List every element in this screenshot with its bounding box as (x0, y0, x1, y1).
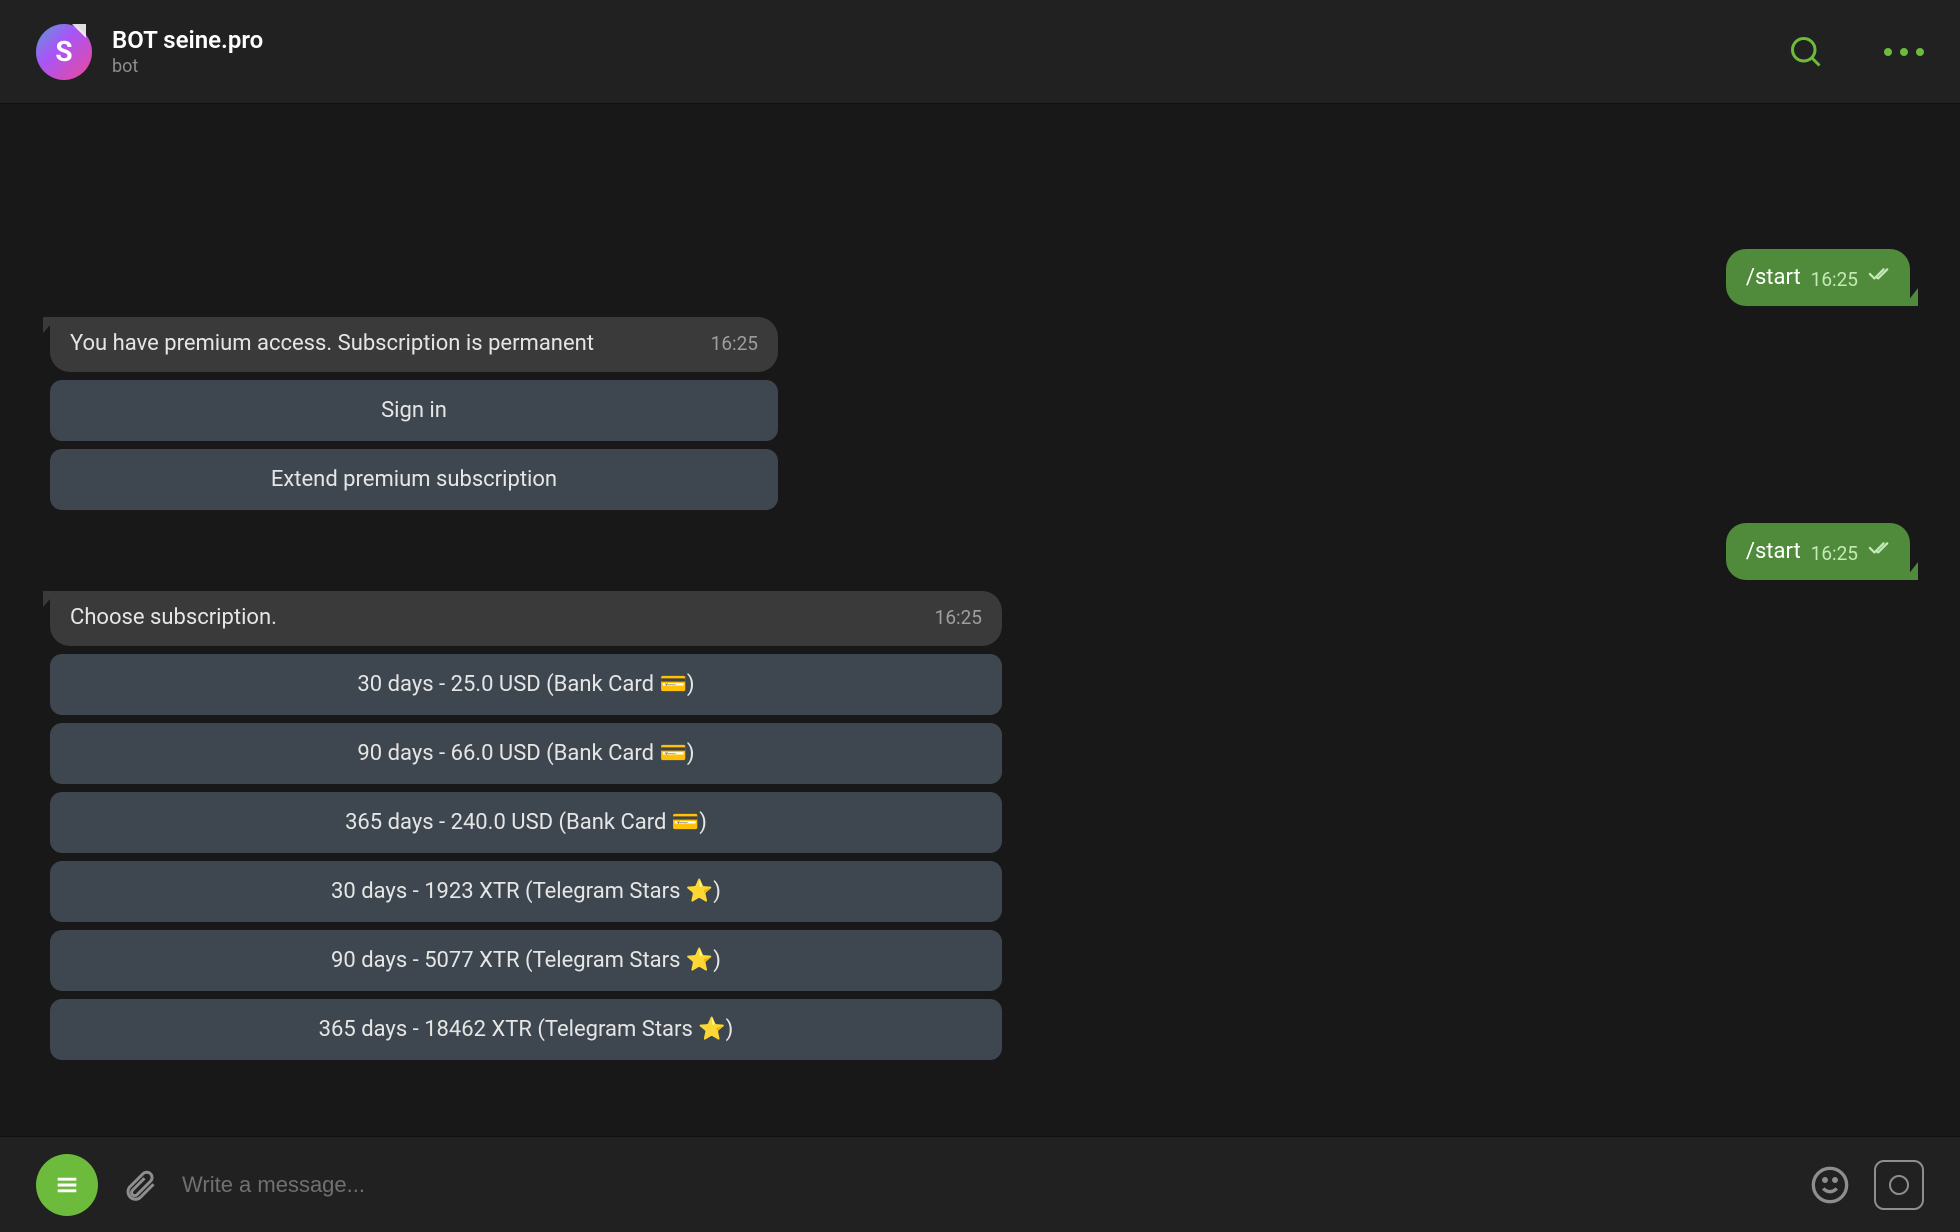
chat-title: BOT seine.pro (112, 26, 1788, 54)
message-text: /start (1746, 264, 1801, 293)
double-check-icon (1868, 536, 1890, 567)
outgoing-message[interactable]: /start 16:25 (1726, 523, 1910, 580)
message-time: 16:25 (935, 606, 982, 631)
message-row-incoming: You have premium access. Subscription is… (50, 317, 1910, 510)
message-text: /start (1746, 538, 1801, 567)
message-text: Choose subscription. (70, 604, 921, 633)
message-text: You have premium access. Subscription is… (70, 330, 697, 359)
inline-button-extend[interactable]: Extend premium subscription (50, 449, 778, 510)
message-time: 16:25 (711, 332, 758, 357)
message-time: 16:25 (1811, 542, 1858, 567)
input-bar (0, 1136, 1960, 1232)
double-check-icon (1868, 262, 1890, 293)
camera-icon[interactable] (1874, 1160, 1924, 1210)
inline-button-plan-90-stars[interactable]: 90 days - 5077 XTR (Telegram Stars ⭐) (50, 930, 1002, 991)
inline-button-plan-365-card[interactable]: 365 days - 240.0 USD (Bank Card 💳) (50, 792, 1002, 853)
avatar-letter: S (55, 35, 72, 68)
emoji-icon[interactable] (1810, 1165, 1850, 1205)
inline-button-plan-365-stars[interactable]: 365 days - 18462 XTR (Telegram Stars ⭐) (50, 999, 1002, 1060)
message-row-outgoing: /start 16:25 (50, 523, 1910, 580)
incoming-message[interactable]: Choose subscription. 16:25 (50, 591, 1002, 646)
message-input[interactable] (182, 1172, 1786, 1198)
avatar[interactable]: S (36, 24, 92, 80)
chat-header: S BOT seine.pro bot (0, 0, 1960, 104)
inline-button-plan-90-card[interactable]: 90 days - 66.0 USD (Bank Card 💳) (50, 723, 1002, 784)
inline-button-plan-30-card[interactable]: 30 days - 25.0 USD (Bank Card 💳) (50, 654, 1002, 715)
outgoing-message[interactable]: /start 16:25 (1726, 249, 1910, 306)
search-icon[interactable] (1788, 34, 1824, 70)
message-row-incoming: Choose subscription. 16:25 30 days - 25.… (50, 591, 1910, 1060)
incoming-message[interactable]: You have premium access. Subscription is… (50, 317, 778, 372)
inline-button-plan-30-stars[interactable]: 30 days - 1923 XTR (Telegram Stars ⭐) (50, 861, 1002, 922)
message-row-outgoing: /start 16:25 (50, 249, 1910, 306)
chat-area: /start 16:25 You have premium access. Su… (0, 104, 1960, 1136)
title-block[interactable]: BOT seine.pro bot (112, 26, 1788, 77)
inline-button-sign-in[interactable]: Sign in (50, 380, 778, 441)
avatar-fold-icon (72, 24, 86, 38)
chat-subtitle: bot (112, 56, 1788, 77)
message-time: 16:25 (1811, 268, 1858, 293)
attach-icon[interactable] (122, 1167, 158, 1203)
bot-menu-button[interactable] (36, 1154, 98, 1216)
more-options-icon[interactable] (1884, 48, 1924, 56)
